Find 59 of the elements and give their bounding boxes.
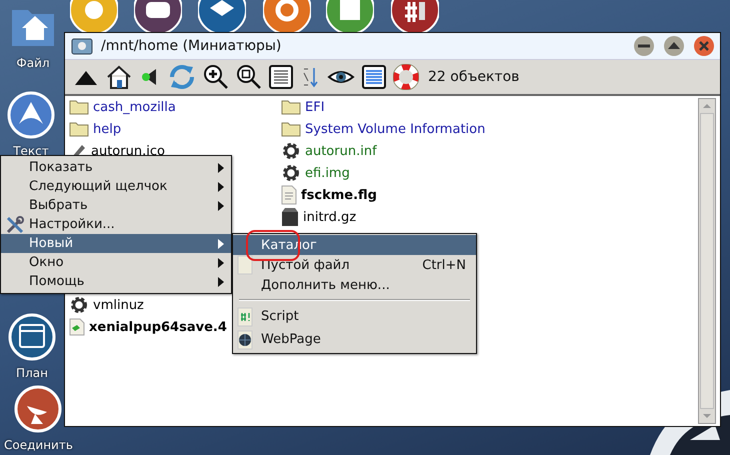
submenu-arrow-icon [217,257,225,269]
minimize-button[interactable] [634,36,654,56]
satellite-dish-icon[interactable] [13,384,64,434]
menu-item[interactable]: Помощь [1,272,231,291]
save-file-icon [69,318,85,336]
file-name[interactable]: help [93,122,122,136]
folder-icon [281,121,301,137]
maximize-button[interactable] [664,36,684,56]
submenu-arrow-icon [217,276,225,288]
list-view-icon[interactable] [269,65,293,89]
tools-icon [5,214,25,234]
file-name[interactable]: autorun.inf [305,144,377,158]
lifebuoy-icon[interactable] [393,64,419,90]
folder-icon [69,121,89,137]
menu-item[interactable]: WebPage [233,328,476,351]
file-name[interactable]: efi.img [305,166,350,180]
close-button[interactable] [694,36,714,56]
folder-icon [71,36,93,56]
menu-item[interactable]: Дополнить меню... [233,275,476,295]
submenu-arrow-icon [217,162,225,174]
desktop-icon-label: План [16,366,48,380]
desktop-icon-label: Соединить [4,438,73,452]
desktop-icon-label: Файл [16,56,50,70]
file-name[interactable]: System Volume Information [305,122,486,136]
menu-item[interactable]: Следующий щелчок [1,177,231,196]
file-name[interactable]: cash_mozilla [93,100,176,114]
blank-file-icon [237,255,253,275]
submenu-arrow-icon [217,200,225,212]
menu-item[interactable]: Script [233,305,476,328]
folder-icon [69,99,89,115]
details-view-icon[interactable] [362,65,386,89]
package-icon [281,207,299,227]
calendar-icon[interactable] [7,312,57,362]
zoom-fit-icon[interactable] [236,64,262,90]
folder-icon [281,99,301,115]
file-name[interactable]: fsckme.flg [301,188,377,202]
submenu-arrow-icon [217,238,225,250]
menu-item[interactable]: Показать [1,158,231,177]
refresh-icon[interactable] [168,63,196,91]
window-title: /mnt/home (Миниатюры) [101,38,282,54]
script-icon [237,306,253,326]
text-editor-icon[interactable] [6,90,56,140]
globe-icon [237,330,253,350]
zoom-in-icon[interactable] [203,64,229,90]
file-name[interactable]: initrd.gz [303,210,356,224]
item-count: 22 объектов [428,69,520,85]
submenu-arrow-icon [217,181,225,193]
menu-item[interactable]: Окно [1,253,231,272]
document-icon [281,185,297,205]
home-icon[interactable] [106,64,132,90]
menu-item[interactable]: Настройки... [1,215,231,234]
file-name[interactable]: xenialpup64save.4 [89,320,227,334]
menu-item[interactable]: Новый [1,234,231,253]
file-name[interactable]: EFI [305,100,325,114]
menu-item[interactable]: Выбрать [1,196,231,215]
file-name[interactable]: autorun.ico [91,144,165,158]
shortcut-label: Ctrl+N [422,258,466,272]
desktop-icon-label: Текст [13,144,49,158]
file-name[interactable]: vmlinuz [93,298,144,312]
